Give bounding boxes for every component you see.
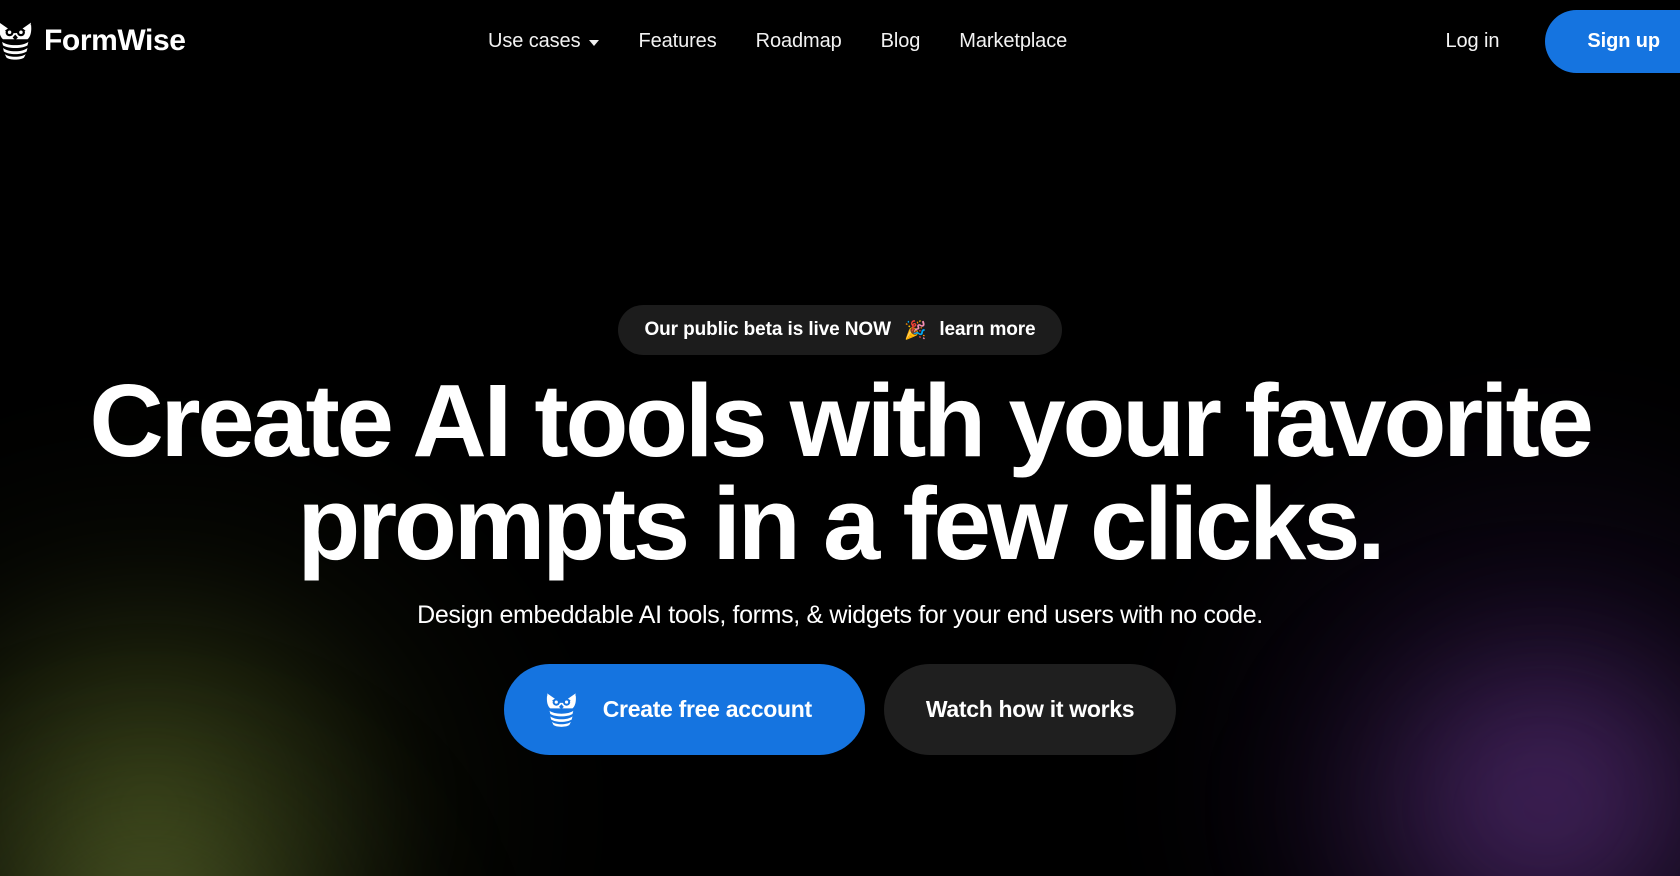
main-navigation: Use cases Features Roadmap Blog Marketpl…	[488, 0, 1067, 82]
chevron-down-icon	[589, 39, 600, 46]
brand-name: FormWise	[44, 24, 186, 57]
nav-item-label: Roadmap	[755, 29, 842, 52]
watch-how-it-works-button[interactable]: Watch how it works	[883, 664, 1177, 755]
hero-headline-line1: Create AI tools with your favorite	[89, 363, 1594, 478]
hero-headline-line2: prompts in a few clicks.	[297, 466, 1385, 581]
beta-announcement-banner[interactable]: Our public beta is live NOW 🎉 learn more	[618, 305, 1062, 355]
create-free-account-label: Create free account	[602, 696, 812, 722]
owl-icon	[544, 690, 582, 730]
beta-banner-text: Our public beta is live NOW	[644, 319, 891, 340]
nav-item-label: Blog	[880, 29, 921, 52]
signup-button[interactable]: Sign up	[1545, 9, 1680, 73]
beta-banner-learn-more-link[interactable]: learn more	[939, 319, 1035, 341]
nav-item-label: Features	[638, 29, 717, 52]
hero-subtitle: Design embeddable AI tools, forms, & wid…	[417, 601, 1263, 629]
header-actions: Log in Sign up	[1445, 0, 1680, 82]
hero-cta-row: Create free account Watch how it works	[503, 664, 1177, 755]
party-popper-icon: 🎉	[903, 320, 927, 340]
nav-item-roadmap[interactable]: Roadmap	[756, 30, 842, 53]
nav-item-marketplace[interactable]: Marketplace	[959, 30, 1067, 53]
site-header: FormWise Use cases Features Roadmap Blog…	[0, 0, 1680, 82]
create-free-account-button[interactable]: Create free account	[503, 664, 865, 755]
page-root: FormWise Use cases Features Roadmap Blog…	[0, 0, 1680, 876]
owl-icon	[0, 19, 38, 63]
login-link[interactable]: Log in	[1445, 30, 1499, 53]
nav-item-label: Marketplace	[959, 29, 1068, 52]
nav-item-blog[interactable]: Blog	[881, 30, 921, 53]
nav-item-features[interactable]: Features	[638, 30, 716, 53]
hero-headline: Create AI tools with your favorite promp…	[0, 369, 1680, 575]
nav-item-label: Use cases	[488, 29, 581, 52]
watch-how-it-works-label: Watch how it works	[925, 696, 1135, 722]
hero-section: Our public beta is live NOW 🎉 learn more…	[0, 0, 1680, 876]
nav-item-use-cases[interactable]: Use cases	[488, 29, 600, 53]
brand-logo-link[interactable]: FormWise	[0, 0, 186, 82]
